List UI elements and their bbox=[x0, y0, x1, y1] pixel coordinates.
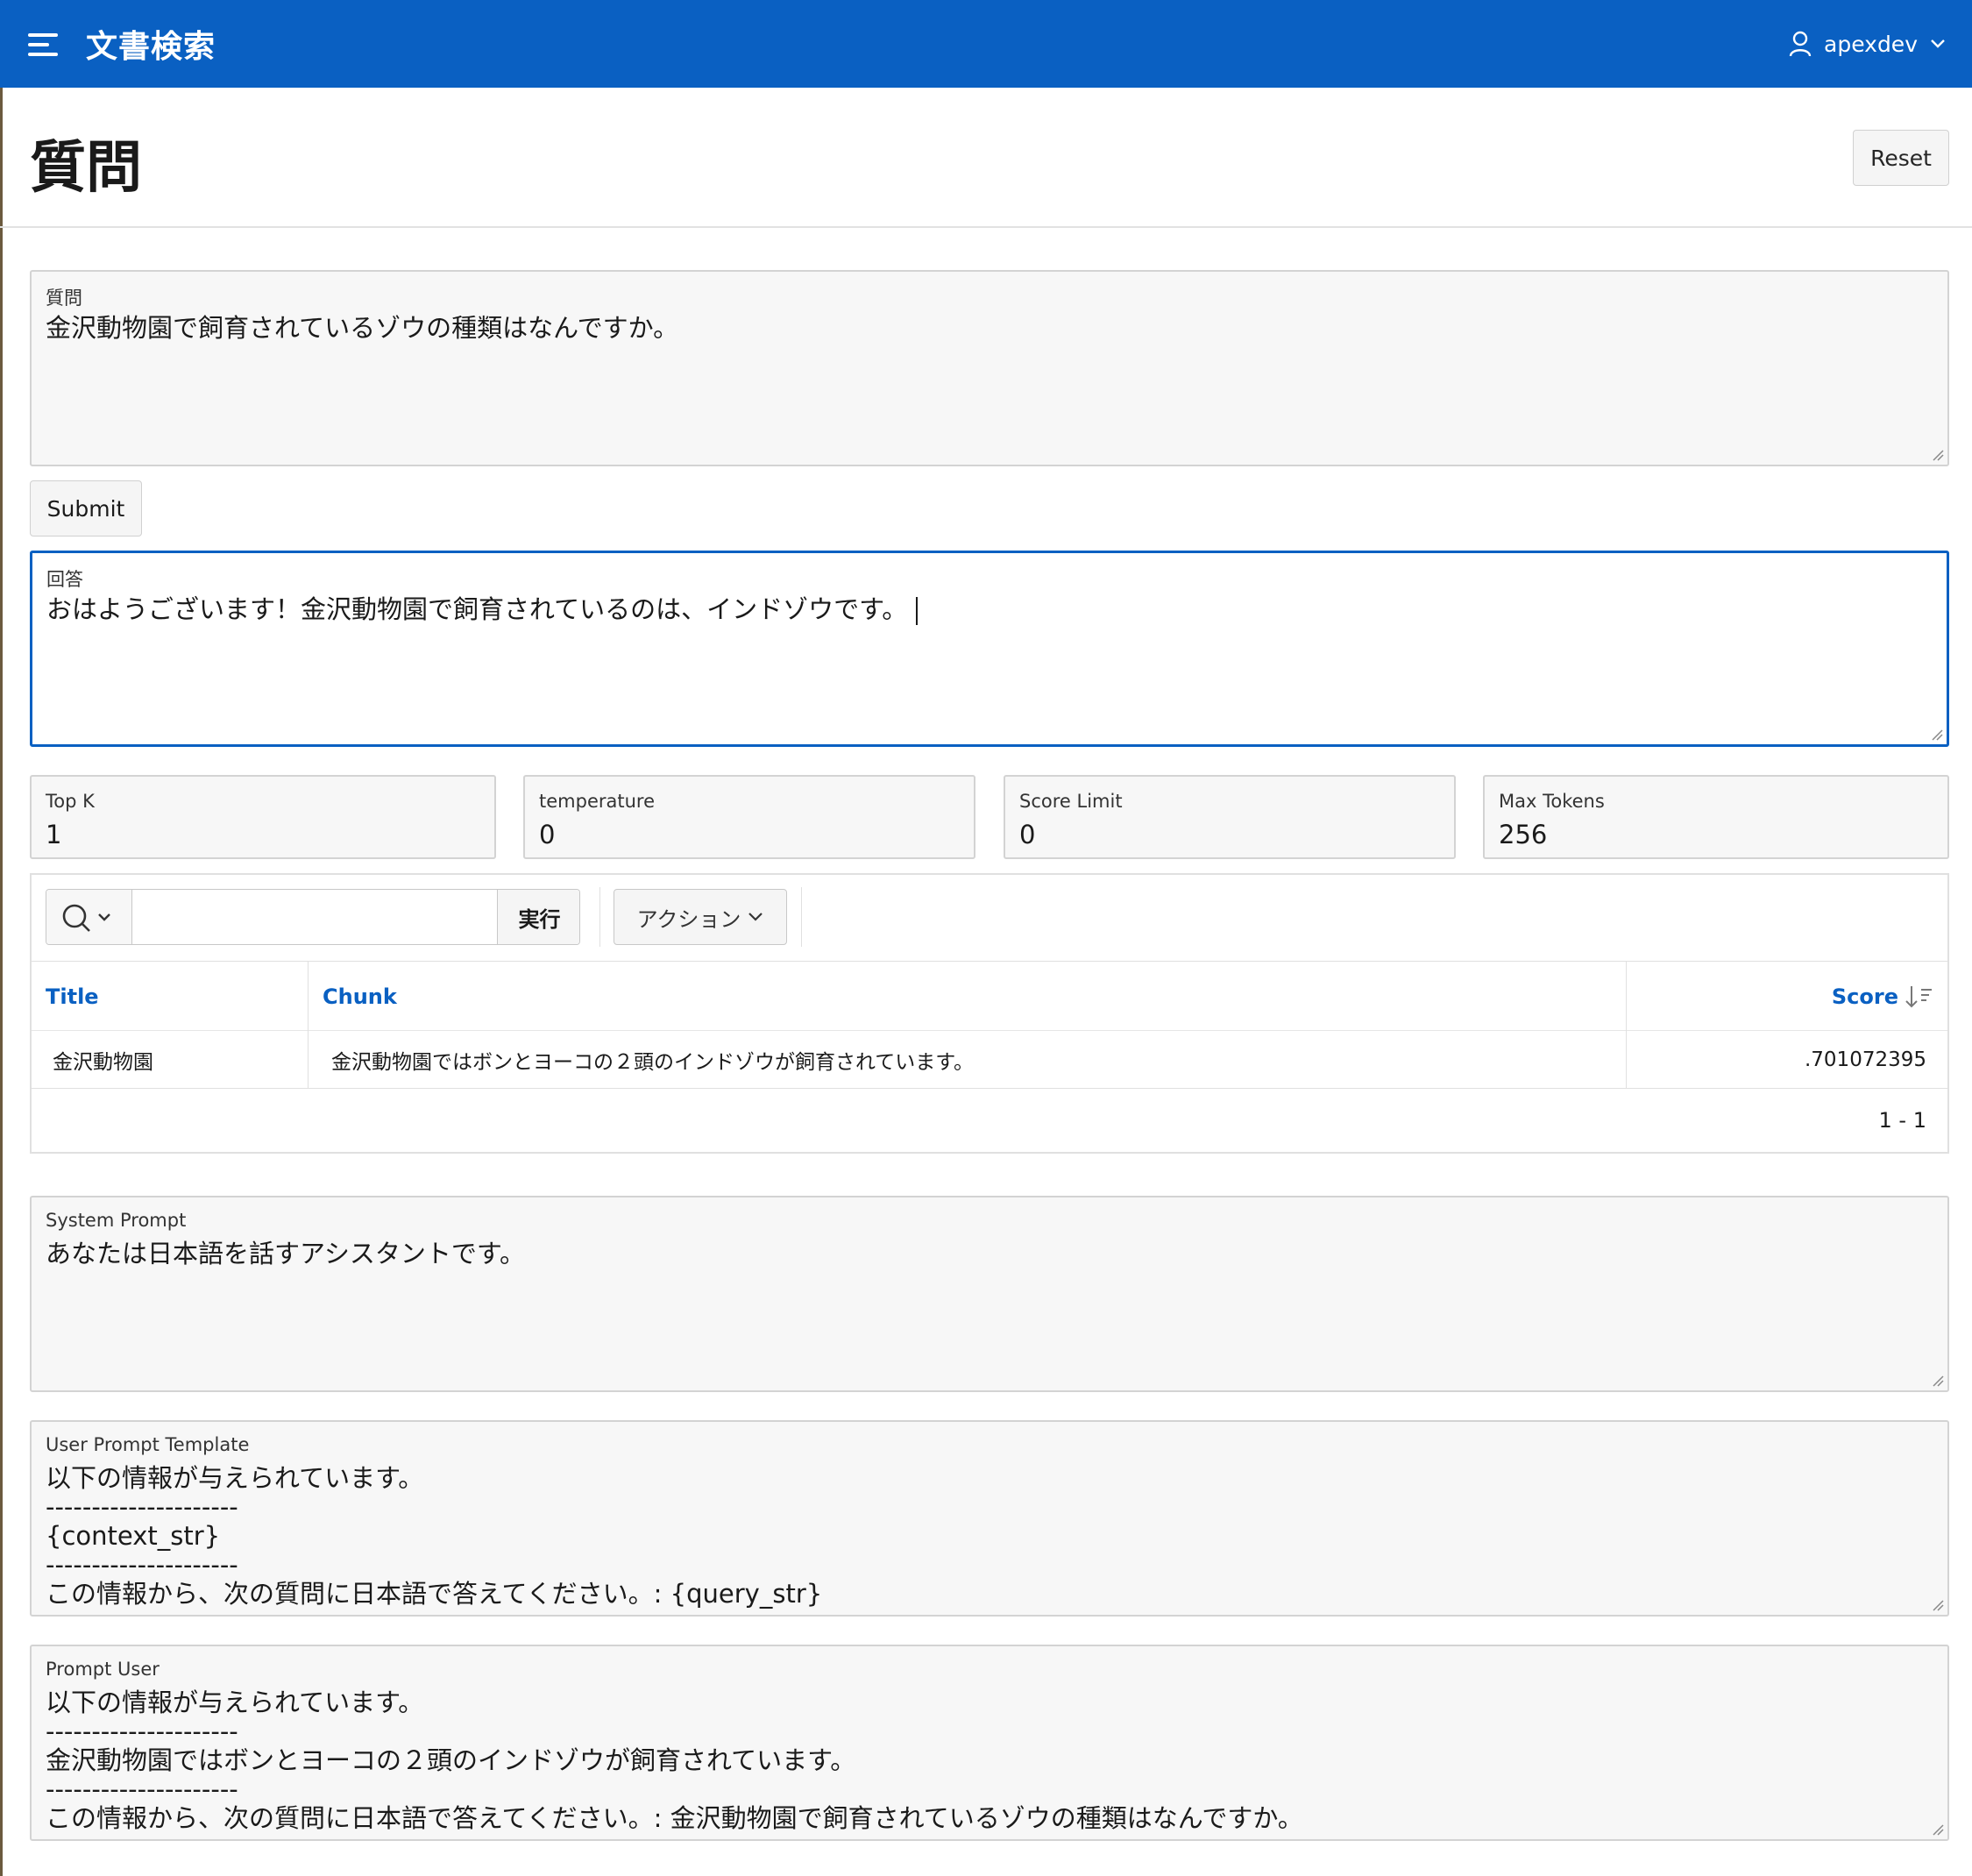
resize-grip-icon[interactable] bbox=[1930, 1597, 1944, 1611]
temperature-label: temperature bbox=[539, 791, 655, 812]
answer-textarea[interactable]: 回答 おはようございます！金沢動物園で飼育されているのは、インドゾウです。 bbox=[30, 551, 1949, 747]
app-title[interactable]: 文書検索 bbox=[86, 21, 216, 67]
system-prompt-value: あなたは日本語を話すアシスタントです。 bbox=[46, 1239, 525, 1268]
question-value: 金沢動物園で飼育されているゾウの種類はなんですか。 bbox=[46, 313, 679, 343]
column-header-score[interactable]: Score bbox=[1627, 962, 1947, 1032]
score-limit-label: Score Limit bbox=[1019, 791, 1123, 812]
table-header: Title Chunk Score bbox=[32, 961, 1947, 1032]
prompt-user-value: 以下の情報が与えられています。 --------------------- 金沢… bbox=[46, 1688, 1303, 1833]
search-icon bbox=[62, 904, 110, 932]
chevron-down-icon bbox=[748, 913, 763, 921]
user-prompt-template-label: User Prompt Template bbox=[46, 1434, 250, 1455]
score-limit-value: 0 bbox=[1019, 820, 1036, 849]
temperature-field[interactable]: temperature 0 bbox=[523, 775, 975, 859]
submit-button[interactable]: Submit bbox=[30, 480, 142, 537]
top-k-label: Top K bbox=[46, 791, 95, 812]
resize-grip-icon[interactable] bbox=[1930, 1822, 1944, 1836]
toolbar-divider bbox=[801, 887, 802, 947]
user-prompt-template-value: 以下の情報が与えられています。 --------------------- {c… bbox=[46, 1463, 823, 1609]
go-button[interactable]: 実行 bbox=[497, 890, 579, 944]
top-k-field[interactable]: Top K 1 bbox=[30, 775, 496, 859]
resize-grip-icon[interactable] bbox=[1930, 447, 1944, 461]
user-menu[interactable]: apexdev bbox=[1789, 26, 1946, 61]
score-limit-field[interactable]: Score Limit 0 bbox=[1004, 775, 1456, 859]
actions-menu-button[interactable]: アクション bbox=[614, 889, 787, 945]
table-row: 金沢動物園 金沢動物園ではボンとヨーコの２頭のインドゾウが飼育されています。 .… bbox=[32, 1031, 1947, 1089]
hamburger-menu-icon[interactable] bbox=[28, 33, 58, 56]
answer-value: おはようございます！金沢動物園で飼育されているのは、インドゾウです。 bbox=[46, 594, 908, 624]
resize-grip-icon[interactable] bbox=[1929, 727, 1943, 741]
resize-grip-icon[interactable] bbox=[1930, 1373, 1944, 1387]
question-label: 質問 bbox=[46, 288, 82, 309]
answer-value-line: おはようございます！金沢動物園で飼育されているのは、インドゾウです。 bbox=[46, 594, 919, 625]
cell-score: .701072395 bbox=[1804, 1048, 1926, 1071]
max-tokens-label: Max Tokens bbox=[1499, 791, 1605, 812]
user-prompt-template-textarea[interactable]: User Prompt Template 以下の情報が与えられています。 ---… bbox=[30, 1420, 1949, 1617]
page-title: 質問 bbox=[30, 136, 142, 201]
app-header: 文書検索 apexdev bbox=[0, 0, 1972, 88]
report-search-bar: 実行 bbox=[46, 889, 580, 945]
page-title-bar: 質問 Reset bbox=[0, 88, 1972, 228]
cell-title: 金沢動物園 bbox=[32, 1031, 309, 1089]
search-column-toggle[interactable] bbox=[46, 890, 132, 944]
user-name: apexdev bbox=[1824, 31, 1918, 57]
system-prompt-label: System Prompt bbox=[46, 1210, 187, 1231]
reset-button[interactable]: Reset bbox=[1853, 130, 1949, 186]
actions-label: アクション bbox=[636, 906, 741, 932]
system-prompt-textarea[interactable]: System Prompt あなたは日本語を話すアシスタントです。 bbox=[30, 1196, 1949, 1392]
max-tokens-value: 256 bbox=[1499, 820, 1548, 849]
top-k-value: 1 bbox=[46, 820, 62, 849]
report-search-input[interactable] bbox=[132, 890, 497, 944]
toolbar-divider bbox=[599, 887, 600, 947]
question-textarea[interactable]: 質問 金沢動物園で飼育されているゾウの種類はなんですか。 bbox=[30, 270, 1949, 466]
max-tokens-field[interactable]: Max Tokens 256 bbox=[1483, 775, 1949, 859]
prompt-user-label: Prompt User bbox=[46, 1659, 160, 1680]
prompt-user-textarea[interactable]: Prompt User 以下の情報が与えられています。 ------------… bbox=[30, 1645, 1949, 1841]
pagination-range: 1 - 1 bbox=[1878, 1108, 1926, 1133]
chevron-down-icon bbox=[1931, 39, 1945, 48]
user-icon bbox=[1789, 31, 1812, 57]
interactive-report: 実行 アクション Title Chunk Score 金沢動物園 金沢動物園では… bbox=[30, 873, 1949, 1154]
column-header-title[interactable]: Title bbox=[32, 962, 309, 1032]
text-caret bbox=[916, 597, 919, 625]
temperature-value: 0 bbox=[539, 820, 556, 849]
column-header-chunk[interactable]: Chunk bbox=[309, 962, 1627, 1032]
answer-label: 回答 bbox=[46, 569, 83, 590]
cell-chunk: 金沢動物園ではボンとヨーコの２頭のインドゾウが飼育されています。 bbox=[309, 1031, 1627, 1089]
sort-descending-icon bbox=[1905, 986, 1932, 1008]
column-header-score-label: Score bbox=[1831, 984, 1898, 1009]
